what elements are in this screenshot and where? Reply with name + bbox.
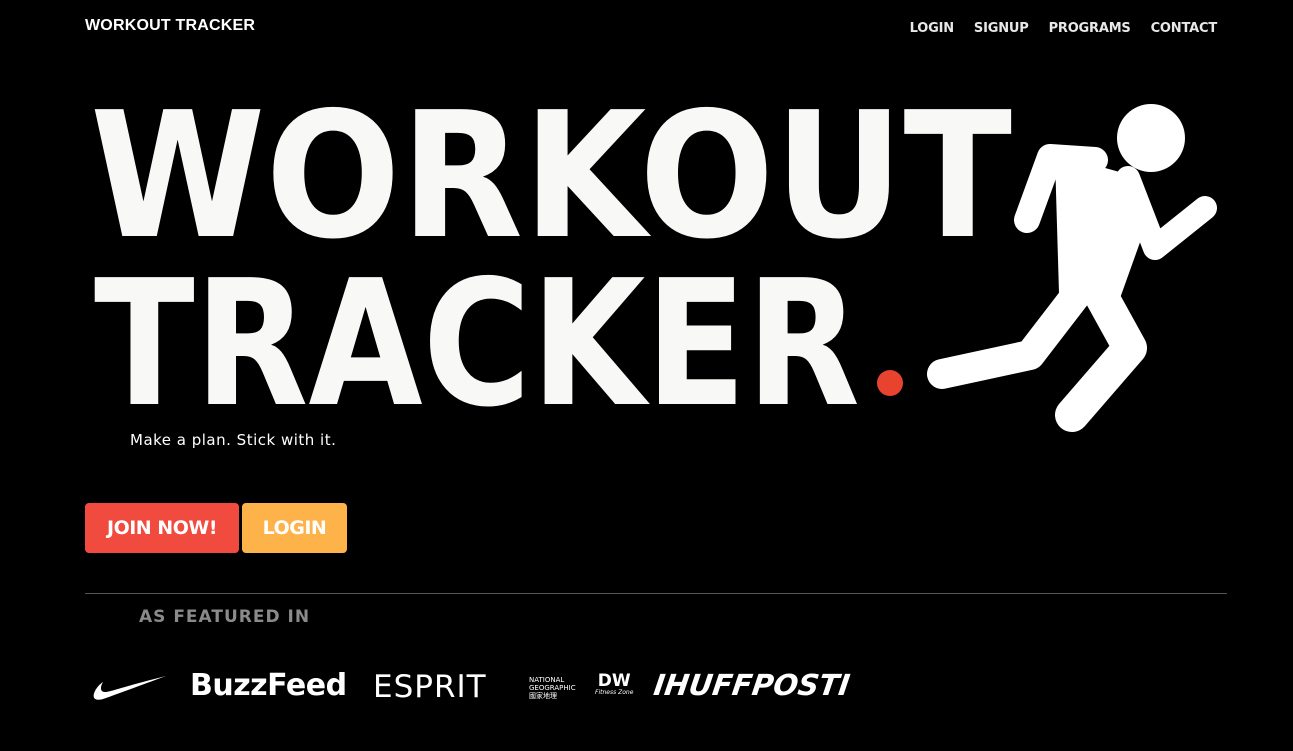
natgeo-line1: NATIONAL xyxy=(529,676,565,684)
hero-tagline: Make a plan. Stick with it. xyxy=(130,431,337,449)
featured-in-heading: AS FEATURED IN xyxy=(139,607,311,627)
buzzfeed-logo: BuzzFeed xyxy=(190,668,347,703)
huffpost-logo: IHUFFPOSTI xyxy=(651,668,852,702)
hero-title-line2: TRACKER xyxy=(94,243,860,446)
featured-logos: BuzzFeed ESPRIT NATIONAL GEOGRAPHIC 國家地理… xyxy=(0,660,1293,720)
hero-graphic: WORKOUT TRACKER xyxy=(90,75,1217,446)
hero-title-dot xyxy=(877,370,903,396)
dw-logo-subtext: Fitness Zone xyxy=(595,689,634,696)
national-geographic-logo: NATIONAL GEOGRAPHIC 國家地理 xyxy=(529,676,576,700)
landing-page: WORKOUT TRACKER LOGIN SIGNUP PROGRAMS CO… xyxy=(0,0,1293,751)
section-divider xyxy=(85,593,1227,594)
hero-section: WORKOUT TRACKER Make a plan. Stick with … xyxy=(0,0,1293,470)
login-button[interactable]: LOGIN xyxy=(242,503,347,553)
nike-swoosh-icon xyxy=(93,676,166,700)
esprit-logo: ESPRIT xyxy=(373,669,487,705)
natgeo-line3: 國家地理 xyxy=(529,692,557,700)
natgeo-line2: GEOGRAPHIC xyxy=(529,684,576,692)
dw-logo: DW Fitness Zone xyxy=(595,673,633,697)
dw-logo-text: DW xyxy=(597,671,631,691)
join-now-button[interactable]: JOIN NOW! xyxy=(85,503,239,553)
